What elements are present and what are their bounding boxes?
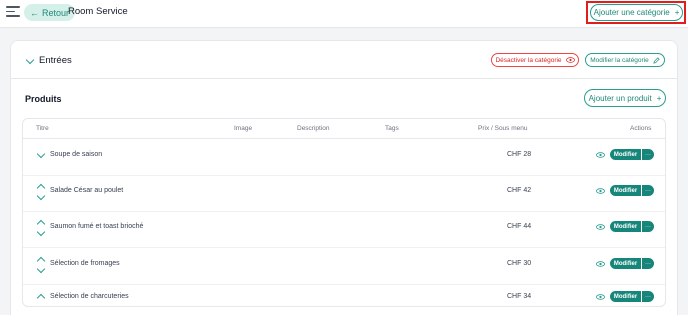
col-description: Description <box>297 125 330 132</box>
ellipsis-icon: ··· <box>645 223 651 230</box>
chevron-up-icon[interactable] <box>36 293 46 303</box>
chevron-down-icon[interactable] <box>36 264 46 274</box>
products-title: Produits <box>25 94 62 104</box>
ellipsis-icon: ··· <box>645 151 651 158</box>
add-product-button[interactable]: Ajouter un produit + <box>584 89 666 107</box>
ellipsis-icon: ··· <box>645 260 651 267</box>
table-row[interactable]: Soupe de saison CHF 28 Modifier ··· <box>23 140 665 176</box>
edit-category-label: Modifier la catégorie <box>590 56 649 64</box>
eye-icon[interactable] <box>596 188 605 194</box>
table-row[interactable]: Sélection de fromages CHF 30 Modifier ··· <box>23 249 665 285</box>
deactivate-category-button[interactable]: Désactiver la catégorie <box>491 53 579 67</box>
reorder-handle[interactable] <box>36 249 46 284</box>
product-price: CHF 28 <box>507 151 532 158</box>
modify-button[interactable]: Modifier <box>610 149 641 160</box>
modify-button[interactable]: Modifier <box>610 185 641 196</box>
back-label: Retour <box>42 7 70 18</box>
plus-icon: + <box>674 8 680 17</box>
more-options-button[interactable]: ··· <box>642 185 654 196</box>
modify-button[interactable]: Modifier <box>610 221 641 232</box>
eye-icon[interactable] <box>596 261 605 267</box>
category-header: Entrées Désactiver la catégorie Modifier… <box>11 41 677 79</box>
ellipsis-icon: ··· <box>645 293 651 300</box>
eye-icon[interactable] <box>596 152 605 158</box>
chevron-down-icon[interactable] <box>36 149 46 159</box>
reorder-handle[interactable] <box>36 176 46 211</box>
product-name: Salade César au poulet <box>50 187 124 194</box>
table-row[interactable]: Saumon fumé et toast brioché CHF 44 Modifi… <box>23 212 665 248</box>
eye-icon[interactable] <box>596 294 605 300</box>
add-category-button[interactable]: Ajouter une catégorie + <box>590 4 683 21</box>
col-titre: Titre <box>36 125 49 132</box>
product-price: CHF 34 <box>507 293 532 300</box>
product-name: Soupe de saison <box>50 151 103 158</box>
more-options-button[interactable]: ··· <box>642 221 654 232</box>
col-actions: Actions <box>630 125 652 132</box>
modify-button[interactable]: Modifier <box>610 258 641 269</box>
ellipsis-icon: ··· <box>645 187 651 194</box>
col-image: Image <box>234 125 253 132</box>
hamburger-icon[interactable] <box>6 6 20 18</box>
eye-icon[interactable] <box>596 224 605 230</box>
product-name: Sélection de fromages <box>50 260 120 267</box>
deactivate-label: Désactiver la catégorie <box>495 56 562 64</box>
products-table: Titre Image Description Tags Prix / Sous… <box>22 118 666 307</box>
table-row[interactable]: Sélection de charcuteries CHF 34 Modifier ·… <box>23 285 665 306</box>
reorder-handle[interactable] <box>36 212 46 247</box>
plus-icon: + <box>656 93 662 103</box>
chevron-down-icon[interactable] <box>25 55 35 65</box>
pencil-icon <box>653 56 660 64</box>
add-category-label: Ajouter une catégorie <box>593 8 670 17</box>
product-price: CHF 42 <box>507 187 532 194</box>
category-title: Entrées <box>39 55 72 66</box>
product-price: CHF 30 <box>507 260 532 267</box>
edit-category-button[interactable]: Modifier la catégorie <box>585 53 665 67</box>
product-name: Sélection de charcuteries <box>50 293 129 300</box>
more-options-button[interactable]: ··· <box>642 258 654 269</box>
chevron-down-icon[interactable] <box>36 191 46 201</box>
product-name: Saumon fumé et toast brioché <box>50 223 144 230</box>
eye-off-icon <box>565 57 575 63</box>
col-price: Prix / Sous menu <box>478 125 528 132</box>
product-price: CHF 44 <box>507 223 532 230</box>
more-options-button[interactable]: ··· <box>642 291 654 302</box>
col-tags: Tags <box>385 125 399 132</box>
modify-button[interactable]: Modifier <box>610 291 641 302</box>
add-product-label: Ajouter un produit <box>588 93 652 103</box>
chevron-down-icon[interactable] <box>36 227 46 237</box>
reorder-handle[interactable] <box>36 140 46 175</box>
page-title: Room Service <box>68 6 128 17</box>
arrow-left-icon: ← <box>30 7 39 18</box>
reorder-handle[interactable] <box>36 285 46 306</box>
table-header: Titre Image Description Tags Prix / Sous… <box>23 119 665 139</box>
more-options-button[interactable]: ··· <box>642 149 654 160</box>
table-row[interactable]: Salade César au poulet CHF 42 Modifier ··· <box>23 176 665 212</box>
top-bar: ← Retour Room Service Ajouter une catégo… <box>0 0 688 28</box>
category-card: Entrées Désactiver la catégorie Modifier… <box>10 40 678 315</box>
